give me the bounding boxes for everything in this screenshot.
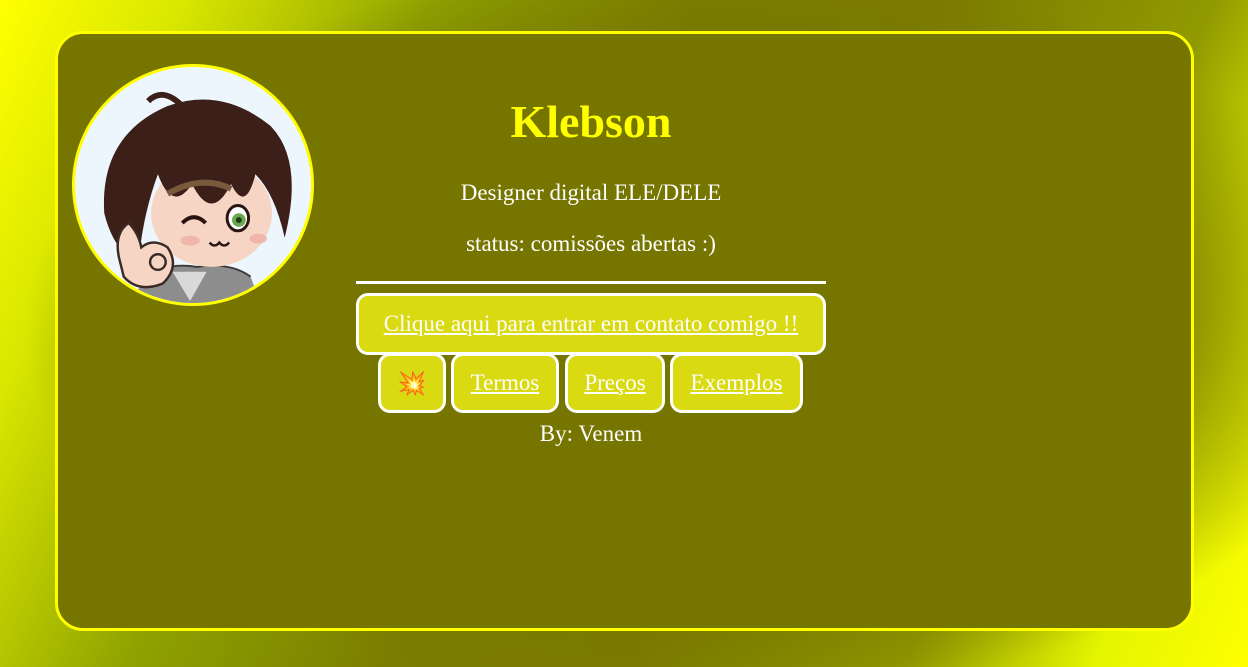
avatar-illustration bbox=[75, 67, 311, 303]
profile-name: Klebson bbox=[510, 96, 672, 147]
emoji-link-button[interactable]: 💥 bbox=[378, 353, 446, 413]
divider bbox=[356, 281, 826, 284]
profile-role: Designer digital ELE/DELE bbox=[460, 180, 722, 205]
collision-icon: 💥 bbox=[397, 370, 427, 396]
examples-link-button[interactable]: Exemplos bbox=[670, 353, 803, 413]
terms-link-button[interactable]: Termos bbox=[451, 353, 559, 413]
contact-link-button[interactable]: Clique aqui para entrar em contato comig… bbox=[356, 293, 826, 355]
avatar bbox=[72, 64, 314, 306]
byline: By: Venem bbox=[539, 421, 643, 446]
profile-status: status: comissões abertas :) bbox=[466, 231, 716, 256]
prices-link-button[interactable]: Preços bbox=[565, 353, 665, 413]
profile-card: Klebson Designer digital ELE/DELE status… bbox=[55, 31, 1194, 631]
